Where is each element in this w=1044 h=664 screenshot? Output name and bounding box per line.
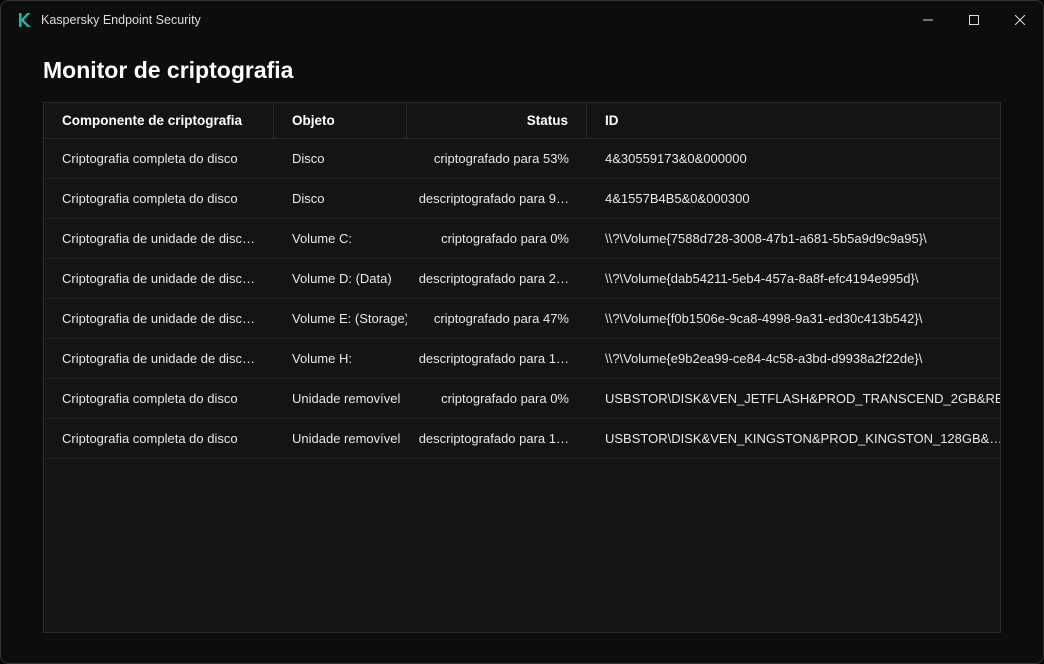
col-header-status[interactable]: Status	[407, 103, 587, 138]
table-row[interactable]: Criptografia completa do discoUnidade re…	[44, 379, 1000, 419]
cell-component: Criptografia de unidade de disc…	[44, 299, 274, 338]
table-row[interactable]: Criptografia completa do discoUnidade re…	[44, 419, 1000, 459]
titlebar: Kaspersky Endpoint Security	[1, 1, 1043, 39]
col-header-id[interactable]: ID	[587, 103, 1000, 138]
table-row[interactable]: Criptografia de unidade de disc…Volume D…	[44, 259, 1000, 299]
encryption-table: Componente de criptografia Objeto Status…	[43, 102, 1001, 633]
table-row[interactable]: Criptografia de unidade de disc…Volume C…	[44, 219, 1000, 259]
minimize-button[interactable]	[905, 1, 951, 39]
cell-id: USBSTOR\DISK&VEN_KINGSTON&PROD_KINGSTON_…	[587, 419, 1000, 458]
table-body: Criptografia completa do discoDiscocript…	[44, 139, 1000, 632]
cell-id: \\?\Volume{7588d728-3008-47b1-a681-5b5a9…	[587, 219, 1000, 258]
cell-component: Criptografia completa do disco	[44, 379, 274, 418]
cell-component: Criptografia completa do disco	[44, 179, 274, 218]
cell-object: Unidade removível	[274, 419, 407, 458]
cell-status: criptografado para 53%	[407, 139, 587, 178]
app-logo-icon	[17, 13, 31, 27]
cell-component: Criptografia completa do disco	[44, 139, 274, 178]
cell-component: Criptografia de unidade de disc…	[44, 259, 274, 298]
cell-object: Volume C:	[274, 219, 407, 258]
table-row[interactable]: Criptografia de unidade de disc…Volume E…	[44, 299, 1000, 339]
cell-status: criptografado para 0%	[407, 379, 587, 418]
window-controls	[905, 1, 1043, 39]
cell-id: USBSTOR\DISK&VEN_JETFLASH&PROD_TRANSCEND…	[587, 379, 1000, 418]
col-header-component[interactable]: Componente de criptografia	[44, 103, 274, 138]
cell-id: \\?\Volume{dab54211-5eb4-457a-8a8f-efc41…	[587, 259, 1000, 298]
col-header-object[interactable]: Objeto	[274, 103, 407, 138]
close-button[interactable]	[997, 1, 1043, 39]
table-row[interactable]: Criptografia de unidade de disc…Volume H…	[44, 339, 1000, 379]
cell-object: Unidade removível	[274, 379, 407, 418]
cell-status: descriptografado para 1…	[407, 419, 587, 458]
app-title: Kaspersky Endpoint Security	[41, 13, 201, 27]
table-header-row: Componente de criptografia Objeto Status…	[44, 103, 1000, 139]
maximize-button[interactable]	[951, 1, 997, 39]
content-area: Monitor de criptografia Componente de cr…	[1, 39, 1043, 663]
cell-object: Volume D: (Data)	[274, 259, 407, 298]
cell-object: Volume E: (Storage)	[274, 299, 407, 338]
app-window: Kaspersky Endpoint Security Monitor de c…	[0, 0, 1044, 664]
titlebar-left: Kaspersky Endpoint Security	[17, 13, 201, 27]
cell-id: 4&1557B4B5&0&000300	[587, 179, 1000, 218]
cell-status: descriptografado para 1…	[407, 339, 587, 378]
cell-object: Disco	[274, 179, 407, 218]
page-title: Monitor de criptografia	[43, 57, 1001, 84]
cell-id: \\?\Volume{e9b2ea99-ce84-4c58-a3bd-d9938…	[587, 339, 1000, 378]
cell-component: Criptografia completa do disco	[44, 419, 274, 458]
cell-id: 4&30559173&0&000000	[587, 139, 1000, 178]
cell-component: Criptografia de unidade de disc…	[44, 339, 274, 378]
cell-status: criptografado para 0%	[407, 219, 587, 258]
cell-component: Criptografia de unidade de disc…	[44, 219, 274, 258]
table-row[interactable]: Criptografia completa do discoDiscocript…	[44, 139, 1000, 179]
cell-object: Volume H:	[274, 339, 407, 378]
cell-status: descriptografado para 2…	[407, 259, 587, 298]
table-row[interactable]: Criptografia completa do discoDiscodescr…	[44, 179, 1000, 219]
cell-status: descriptografado para 9…	[407, 179, 587, 218]
cell-id: \\?\Volume{f0b1506e-9ca8-4998-9a31-ed30c…	[587, 299, 1000, 338]
cell-status: criptografado para 47%	[407, 299, 587, 338]
cell-object: Disco	[274, 139, 407, 178]
